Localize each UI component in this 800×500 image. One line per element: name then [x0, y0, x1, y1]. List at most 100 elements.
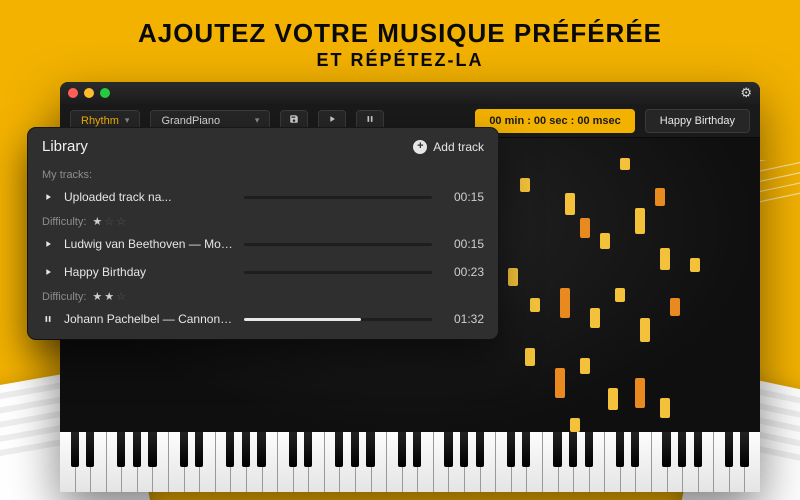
falling-note [635, 208, 645, 234]
settings-button[interactable]: ⚙ [740, 85, 752, 101]
black-key[interactable] [398, 432, 406, 467]
track-name: Happy Birthday [64, 265, 234, 279]
plus-icon: + [413, 140, 427, 154]
library-popover: Library + Add track My tracks:Uploaded t… [28, 128, 498, 339]
white-key[interactable] [387, 432, 403, 492]
library-title: Library [42, 138, 88, 155]
library-section-header: My tracks: [28, 165, 498, 183]
gear-icon: ⚙ [740, 85, 752, 100]
track-duration: 00:15 [442, 237, 484, 251]
library-section-header: Difficulty: ★★☆ [28, 286, 498, 305]
black-key[interactable] [553, 432, 561, 467]
falling-note [508, 268, 518, 286]
falling-note [608, 388, 618, 410]
difficulty-stars: ★★☆ [92, 290, 128, 303]
now-playing-label: Happy Birthday [645, 109, 750, 133]
play-icon[interactable] [42, 239, 54, 249]
falling-note [525, 348, 535, 366]
white-key[interactable] [652, 432, 668, 492]
library-track-row[interactable]: Johann Pachelbel — Cannon in D...01:32 [28, 305, 498, 333]
white-key[interactable] [60, 432, 76, 492]
black-key[interactable] [694, 432, 702, 467]
library-track-row[interactable]: Ludwig van Beethoven — Moonli... 00:15 [28, 230, 498, 258]
black-key[interactable] [335, 432, 343, 467]
white-key[interactable] [434, 432, 450, 492]
black-key[interactable] [351, 432, 359, 467]
black-key[interactable] [304, 432, 312, 467]
white-key[interactable] [325, 432, 341, 492]
white-key[interactable] [169, 432, 185, 492]
track-duration: 00:23 [442, 265, 484, 279]
black-key[interactable] [148, 432, 156, 467]
difficulty-stars: ★☆☆ [92, 215, 128, 228]
white-key[interactable] [714, 432, 730, 492]
add-track-button[interactable]: + Add track [413, 140, 484, 154]
black-key[interactable] [444, 432, 452, 467]
white-key[interactable] [496, 432, 512, 492]
black-key[interactable] [195, 432, 203, 467]
track-duration: 00:15 [442, 190, 484, 204]
track-progress[interactable] [244, 196, 432, 199]
black-key[interactable] [180, 432, 188, 467]
sound-label: GrandPiano [161, 115, 220, 127]
library-track-row[interactable]: Happy Birthday 00:23 [28, 258, 498, 286]
black-key[interactable] [522, 432, 530, 467]
black-key[interactable] [507, 432, 515, 467]
pause-icon[interactable] [42, 314, 54, 324]
play-icon [327, 114, 337, 127]
black-key[interactable] [133, 432, 141, 467]
play-icon[interactable] [42, 192, 54, 202]
black-key[interactable] [366, 432, 374, 467]
falling-note [555, 368, 565, 398]
black-key[interactable] [569, 432, 577, 467]
black-key[interactable] [257, 432, 265, 467]
black-key[interactable] [631, 432, 639, 467]
white-key[interactable] [216, 432, 232, 492]
falling-note [670, 298, 680, 316]
black-key[interactable] [289, 432, 297, 467]
track-progress[interactable] [244, 243, 432, 246]
falling-note [565, 193, 575, 215]
white-key[interactable] [543, 432, 559, 492]
white-key[interactable] [107, 432, 123, 492]
black-key[interactable] [678, 432, 686, 467]
falling-note [600, 233, 610, 249]
close-icon[interactable] [68, 88, 78, 98]
track-progress[interactable] [244, 318, 432, 321]
black-key[interactable] [86, 432, 94, 467]
white-key[interactable] [278, 432, 294, 492]
play-icon[interactable] [42, 267, 54, 277]
library-track-row[interactable]: Uploaded track na...00:15 [28, 183, 498, 211]
black-key[interactable] [616, 432, 624, 467]
window-controls [68, 88, 110, 98]
minimize-icon[interactable] [84, 88, 94, 98]
zoom-icon[interactable] [100, 88, 110, 98]
black-key[interactable] [226, 432, 234, 467]
black-key[interactable] [585, 432, 593, 467]
track-name: Ludwig van Beethoven — Moonli... [64, 237, 234, 251]
black-key[interactable] [662, 432, 670, 467]
falling-note [620, 158, 630, 170]
falling-note [635, 378, 645, 408]
black-key[interactable] [740, 432, 748, 467]
falling-note [660, 398, 670, 418]
falling-note [655, 188, 665, 206]
chevron-down-icon: ▾ [125, 115, 130, 126]
save-icon [289, 114, 299, 127]
black-key[interactable] [71, 432, 79, 467]
white-key[interactable] [605, 432, 621, 492]
track-progress[interactable] [244, 271, 432, 274]
black-key[interactable] [413, 432, 421, 467]
black-key[interactable] [460, 432, 468, 467]
falling-note [580, 218, 590, 238]
black-key[interactable] [476, 432, 484, 467]
marketing-headline: AJOUTEZ VOTRE MUSIQUE PRÉFÉRÉE [0, 18, 800, 49]
piano-keyboard[interactable] [60, 432, 760, 492]
black-key[interactable] [725, 432, 733, 467]
falling-note [520, 178, 530, 192]
black-key[interactable] [242, 432, 250, 467]
falling-note [570, 418, 580, 432]
track-name: Johann Pachelbel — Cannon in D... [64, 312, 234, 326]
black-key[interactable] [117, 432, 125, 467]
timer-display: 00 min : 00 sec : 00 msec [475, 109, 634, 133]
